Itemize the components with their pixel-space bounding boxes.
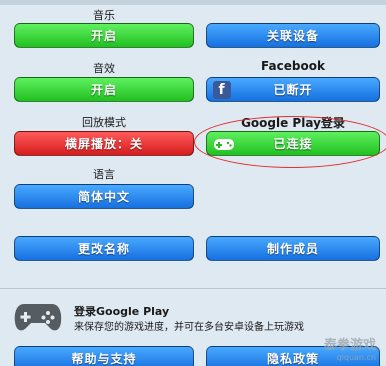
- facebook-button[interactable]: f 已断开: [206, 77, 380, 102]
- settings-panel: 音乐 开启 关联设备 音效 Facebook 开启 f 已断开 回放模式 Goo…: [0, 0, 386, 366]
- credits-button[interactable]: 制作成员: [206, 236, 380, 261]
- annotation-circle: [194, 116, 386, 168]
- controller-icon: [14, 304, 62, 331]
- watermark-text: 泰拳游戏: [323, 338, 376, 353]
- language-label: 语言: [93, 168, 115, 181]
- section-divider: [0, 288, 386, 289]
- music-label: 音乐: [93, 9, 115, 22]
- watermark-url: qiquan.cn: [336, 353, 376, 362]
- sfx-label: 音效: [93, 62, 115, 75]
- rename-button[interactable]: 更改名称: [14, 236, 194, 261]
- facebook-label: Facebook: [261, 59, 325, 73]
- google-play-info-title: 登录Google Play: [74, 305, 170, 318]
- replay-mode-button[interactable]: 横屏播放：关: [14, 131, 194, 156]
- link-device-button[interactable]: 关联设备: [206, 23, 380, 48]
- top-bar: [0, 0, 386, 5]
- replay-mode-label: 回放模式: [82, 116, 126, 129]
- help-support-button[interactable]: 帮助与支持: [14, 346, 194, 366]
- facebook-icon: f: [213, 81, 231, 99]
- google-play-info-description: 来保存您的游戏进度，并可在多台安卓设备上玩游戏: [74, 322, 304, 333]
- language-button[interactable]: 简体中文: [14, 184, 194, 209]
- music-toggle-button[interactable]: 开启: [14, 23, 194, 48]
- sfx-toggle-button[interactable]: 开启: [14, 77, 194, 102]
- facebook-button-label: 已断开: [273, 83, 313, 97]
- site-watermark: 泰拳游戏 qiquan.cn: [324, 334, 376, 362]
